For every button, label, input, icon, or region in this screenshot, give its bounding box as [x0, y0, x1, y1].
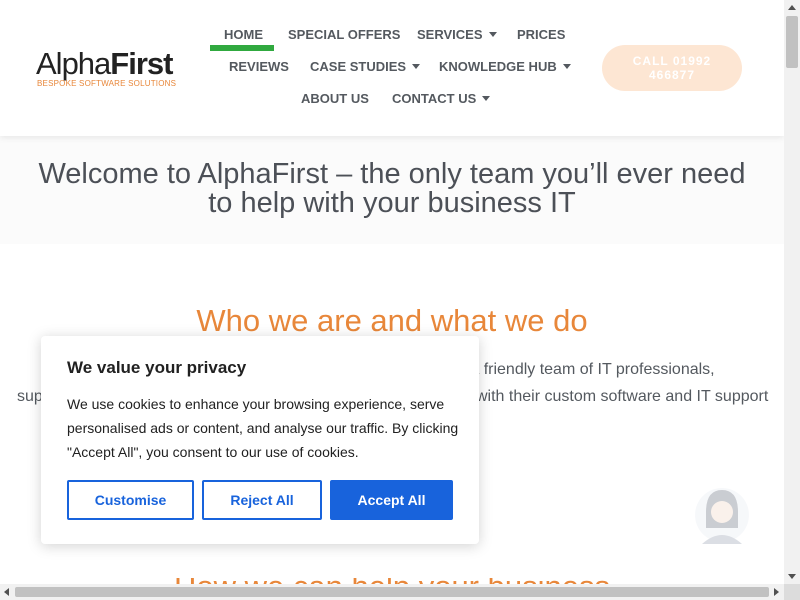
hero-title: Welcome to AlphaFirst – the only team yo…	[38, 158, 746, 219]
scroll-right-icon[interactable]	[774, 588, 779, 596]
cookie-consent-banner: We value your privacy We use cookies to …	[41, 336, 479, 544]
scrollbar-thumb[interactable]	[15, 587, 769, 597]
nav-knowledge-hub[interactable]: KNOWLEDGE HUB	[439, 55, 571, 79]
nav-home[interactable]: HOME	[224, 23, 263, 47]
nav-reviews[interactable]: REVIEWS	[229, 55, 289, 79]
logo-tagline: BESPOKE SOFTWARE SOLUTIONS	[37, 79, 177, 88]
alphafirst-logo[interactable]: AlphaFirst BESPOKE SOFTWARE SOLUTIONS	[36, 46, 196, 92]
nav-about-us[interactable]: ABOUT US	[301, 87, 369, 111]
accept-all-button[interactable]: Accept All	[330, 480, 453, 520]
site-header: AlphaFirst BESPOKE SOFTWARE SOLUTIONS HO…	[0, 0, 784, 136]
hero-section: Welcome to AlphaFirst – the only team yo…	[0, 136, 784, 244]
nav-services[interactable]: SERVICES	[417, 23, 497, 47]
customise-button[interactable]: Customise	[67, 480, 194, 520]
chevron-down-icon	[482, 96, 491, 102]
nav-prices[interactable]: PRICES	[517, 23, 565, 47]
nav-special-offers[interactable]: SPECIAL OFFERS	[288, 23, 400, 47]
scrollbar-thumb[interactable]	[786, 16, 798, 68]
scroll-down-icon[interactable]	[788, 574, 796, 579]
intro-text-line: e a friendly team of IT professionals,	[457, 361, 715, 378]
chevron-down-icon	[562, 64, 571, 70]
chevron-down-icon	[412, 64, 421, 70]
nav-contact-us[interactable]: CONTACT US	[392, 87, 491, 111]
cookie-description: We use cookies to enhance your browsing …	[67, 396, 459, 460]
reject-all-button[interactable]: Reject All	[202, 480, 322, 520]
nav-active-indicator	[210, 45, 274, 51]
horizontal-scrollbar[interactable]	[0, 584, 784, 600]
cookie-title: We value your privacy	[67, 358, 247, 377]
intro-text-line: with their custom software and IT suppor…	[476, 388, 769, 405]
scroll-up-icon[interactable]	[788, 5, 796, 10]
section-heading: Who we are and what we do	[196, 303, 588, 338]
intro-text-line: sup	[17, 388, 43, 405]
logo-wordmark: AlphaFirst	[36, 46, 173, 81]
scrollbar-corner	[784, 584, 800, 600]
call-button[interactable]: CALL 01992 466877	[602, 45, 742, 91]
chevron-down-icon	[488, 32, 497, 38]
vertical-scrollbar[interactable]	[784, 0, 800, 584]
chat-avatar-icon[interactable]	[694, 482, 750, 548]
nav-case-studies[interactable]: CASE STUDIES	[310, 55, 421, 79]
scroll-left-icon[interactable]	[4, 588, 9, 596]
